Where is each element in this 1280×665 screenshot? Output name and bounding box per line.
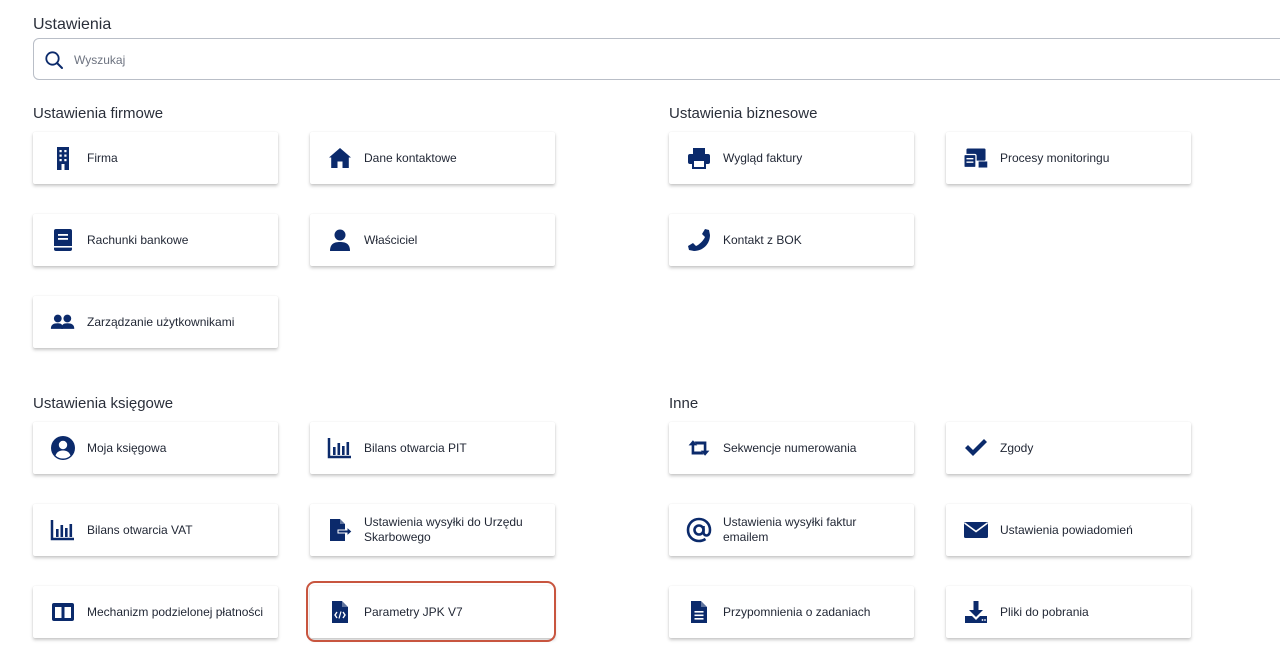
- download-icon: [960, 599, 992, 625]
- tile-firma[interactable]: Firma: [33, 132, 278, 184]
- tile-sekwencje-numerowania[interactable]: Sekwencje numerowania: [669, 422, 914, 474]
- printer-icon: [683, 145, 715, 171]
- monitoring-icon: [960, 145, 992, 171]
- tile-pliki-do-pobrania[interactable]: Pliki do pobrania: [946, 586, 1191, 638]
- tile-label: Zarządzanie użytkownikami: [87, 314, 235, 329]
- tile-label: Mechanizm podzielonej płatności: [87, 604, 264, 619]
- search-box[interactable]: [33, 38, 1280, 80]
- tile-label: Zgody: [1000, 440, 1034, 455]
- tile-label: Moja księgowa: [87, 440, 167, 455]
- tile-parametry-jpk-v7[interactable]: Parametry JPK V7: [310, 586, 555, 638]
- bar-chart-icon: [47, 517, 79, 543]
- tile-label: Wygląd faktury: [723, 150, 803, 165]
- building-icon: [47, 145, 79, 171]
- tile-label: Przypomnienia o zadaniach: [723, 604, 871, 619]
- tile-bilans-otwarcia-pit[interactable]: Bilans otwarcia PIT: [310, 422, 555, 474]
- book-icon: [47, 227, 79, 253]
- tile-label: Parametry JPK V7: [364, 604, 463, 619]
- tile-zarzadzanie-uzytkownikami[interactable]: Zarządzanie użytkownikami: [33, 296, 278, 348]
- at-icon: [683, 517, 715, 543]
- bar-chart-icon: [324, 435, 356, 461]
- user-circle-icon: [47, 435, 79, 461]
- retweet-icon: [683, 435, 715, 461]
- tile-ustawienia-powiadomien[interactable]: Ustawienia powiadomień: [946, 504, 1191, 556]
- tile-label: Ustawienia wysyłki faktur emailem: [723, 515, 857, 544]
- phone-icon: [683, 227, 715, 253]
- split-columns-icon: [47, 599, 79, 625]
- tile-mechanizm-podzielonej-platnosci[interactable]: Mechanizm podzielonej płatności: [33, 586, 278, 638]
- section-title-biznesowe: Ustawienia biznesowe: [669, 105, 818, 122]
- section-title-firmowe: Ustawienia firmowe: [33, 105, 164, 122]
- file-code-icon: [324, 599, 356, 625]
- tile-label: Dane kontaktowe: [364, 150, 457, 165]
- check-icon: [960, 435, 992, 461]
- tile-wlasciciel[interactable]: Właściciel: [310, 214, 555, 266]
- tile-zgody[interactable]: Zgody: [946, 422, 1191, 474]
- user-icon: [324, 227, 356, 253]
- tile-bilans-otwarcia-vat[interactable]: Bilans otwarcia VAT: [33, 504, 278, 556]
- envelope-icon: [960, 517, 992, 543]
- tile-wyglad-faktury[interactable]: Wygląd faktury: [669, 132, 914, 184]
- tile-label: Rachunki bankowe: [87, 232, 189, 247]
- tile-ustawienia-wysylki-faktur-emailem[interactable]: Ustawienia wysyłki faktur emailem: [669, 504, 914, 556]
- tile-rachunki-bankowe[interactable]: Rachunki bankowe: [33, 214, 278, 266]
- tile-label: Kontakt z BOK: [723, 232, 802, 247]
- tile-label: Właściciel: [364, 232, 418, 247]
- tile-label: Ustawienia wysyłki do Urzędu Skarbowego: [364, 515, 523, 544]
- document-icon: [683, 599, 715, 625]
- tile-label: Bilans otwarcia VAT: [87, 522, 193, 537]
- search-icon: [44, 50, 64, 70]
- tile-moja-ksiegowa[interactable]: Moja księgowa: [33, 422, 278, 474]
- file-export-icon: [324, 517, 356, 543]
- tile-ustawienia-wysylki-us[interactable]: Ustawienia wysyłki do Urzędu Skarbowego: [310, 504, 555, 556]
- tile-label: Firma: [87, 150, 118, 165]
- tile-label: Pliki do pobrania: [1000, 604, 1089, 619]
- section-title-ksiegowe: Ustawienia księgowe: [33, 395, 174, 412]
- page-title: Ustawienia: [33, 16, 112, 33]
- tile-label: Procesy monitoringu: [1000, 150, 1110, 165]
- tile-label: Sekwencje numerowania: [723, 440, 857, 455]
- tile-label: Ustawienia powiadomień: [1000, 522, 1133, 537]
- tile-przypomnienia-o-zadaniach[interactable]: Przypomnienia o zadaniach: [669, 586, 914, 638]
- home-icon: [324, 145, 356, 171]
- users-icon: [47, 309, 79, 335]
- tile-procesy-monitoringu[interactable]: Procesy monitoringu: [946, 132, 1191, 184]
- tile-dane-kontaktowe[interactable]: Dane kontaktowe: [310, 132, 555, 184]
- tile-kontakt-z-bok[interactable]: Kontakt z BOK: [669, 214, 914, 266]
- section-title-inne: Inne: [669, 395, 699, 412]
- search-input[interactable]: [72, 48, 976, 72]
- tile-label: Bilans otwarcia PIT: [364, 440, 467, 455]
